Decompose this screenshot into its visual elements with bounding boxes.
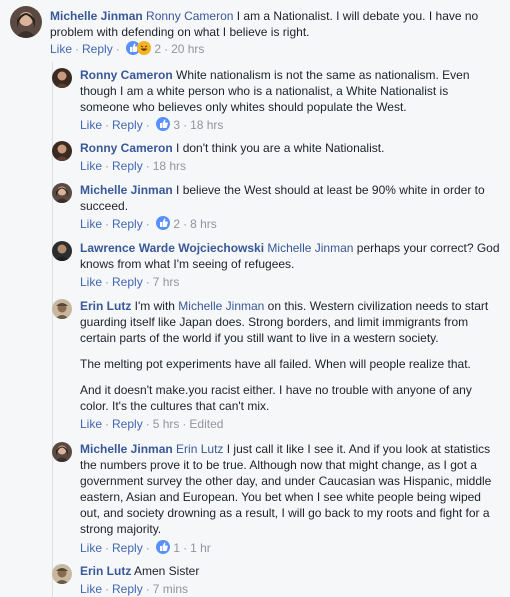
comment-author[interactable]: Ronny Cameron	[80, 68, 173, 82]
reply-link[interactable]: Reply	[112, 217, 143, 231]
comment-author[interactable]: Erin Lutz	[80, 564, 131, 578]
avatar[interactable]	[52, 183, 72, 203]
reply-thread-line	[52, 62, 53, 597]
comment-text: Ronny Cameron I don't think you are a wh…	[80, 140, 500, 156]
comment-mention[interactable]: Erin Lutz	[176, 442, 223, 456]
comment-actions: Like · Reply · 2 · 20 hrs	[50, 41, 205, 58]
like-link[interactable]: Like	[80, 582, 102, 596]
avatar[interactable]	[52, 442, 72, 462]
like-link[interactable]: Like	[50, 42, 72, 56]
timestamp[interactable]: 5 hrs	[153, 417, 180, 431]
avatar[interactable]	[52, 68, 72, 88]
comment-author[interactable]: Michelle Jinman	[80, 183, 173, 197]
reply-link[interactable]: Reply	[112, 417, 143, 431]
like-icon[interactable]	[156, 216, 171, 233]
reply-link[interactable]: Reply	[112, 118, 143, 132]
comment-author[interactable]: Michelle Jinman	[50, 9, 143, 23]
comment-paragraph: And it doesn't make.you racist either. I…	[80, 383, 472, 413]
comment-author[interactable]: Lawrence Warde Wojciechowski	[80, 241, 264, 255]
reply-link[interactable]: Reply	[112, 159, 143, 173]
reply-link[interactable]: Reply	[112, 541, 143, 555]
timestamp[interactable]: 8 hrs	[190, 217, 217, 231]
avatar[interactable]	[52, 564, 72, 584]
comment-actions: Like · Reply · 7 mins	[80, 582, 189, 596]
comment-actions: Like · Reply · 7 hrs	[80, 275, 180, 289]
avatar[interactable]	[52, 299, 72, 319]
comment-author[interactable]: Michelle Jinman	[80, 442, 173, 456]
avatar[interactable]	[52, 141, 72, 161]
reply-link[interactable]: Reply	[112, 275, 143, 289]
edited-label[interactable]: Edited	[189, 417, 223, 431]
comment-mention[interactable]: Michelle Jinman	[178, 299, 264, 313]
like-link[interactable]: Like	[80, 159, 102, 173]
comment-actions: Like · Reply · 3 · 18 hrs	[80, 117, 224, 134]
comment-text: Lawrence Warde Wojciechowski Michelle Ji…	[80, 240, 500, 272]
comment-body: I'm with	[131, 299, 179, 313]
avatar[interactable]	[10, 6, 42, 38]
comment-actions: Like · Reply · 18 hrs	[80, 159, 187, 173]
timestamp[interactable]: 7 mins	[153, 582, 188, 596]
comment-mention[interactable]: Michelle Jinman	[267, 241, 353, 255]
comment-author[interactable]: Erin Lutz	[80, 299, 131, 313]
comment-mention[interactable]: Ronny Cameron	[146, 9, 233, 23]
like-link[interactable]: Like	[80, 275, 102, 289]
timestamp[interactable]: 18 hrs	[190, 118, 223, 132]
timestamp[interactable]: 18 hrs	[153, 159, 186, 173]
like-link[interactable]: Like	[80, 217, 102, 231]
comment-body: I just call it like I see it. And if you…	[80, 442, 492, 536]
comment-author[interactable]: Ronny Cameron	[80, 141, 173, 155]
comment-text: Erin Lutz I'm with Michelle Jinman on th…	[80, 298, 500, 346]
comment-text: Michelle Jinman I believe the West shoul…	[80, 182, 500, 214]
comment-paragraph: The melting pot experiments have all fai…	[80, 357, 471, 371]
timestamp[interactable]: 1 hr	[190, 541, 211, 555]
timestamp[interactable]: 20 hrs	[171, 42, 204, 56]
like-link[interactable]: Like	[80, 118, 102, 132]
like-icon[interactable]	[156, 540, 171, 557]
comment-body: I don't think you are a white Nationalis…	[172, 141, 385, 155]
like-link[interactable]: Like	[80, 417, 102, 431]
haha-icon[interactable]	[137, 41, 152, 58]
comment-text: Michelle Jinman Erin Lutz I just call it…	[80, 441, 500, 537]
comment-text: Ronny Cameron White nationalism is not t…	[80, 67, 500, 115]
like-icon[interactable]	[156, 117, 171, 134]
comment-body: Amen Sister	[131, 564, 200, 578]
timestamp[interactable]: 7 hrs	[153, 275, 180, 289]
like-link[interactable]: Like	[80, 541, 102, 555]
avatar[interactable]	[52, 241, 72, 261]
reply-link[interactable]: Reply	[82, 42, 113, 56]
comment-actions: Like · Reply · 2 · 8 hrs	[80, 216, 217, 233]
comment-text: Michelle Jinman Ronny Cameron I am a Nat…	[50, 8, 500, 40]
comment-actions: Like · Reply · 1 · 1 hr	[80, 540, 211, 557]
comment-actions: Like · Reply · 5 hrs · Edited	[80, 417, 224, 431]
comment-text: Erin Lutz Amen Sister	[80, 563, 500, 579]
reply-link[interactable]: Reply	[112, 582, 143, 596]
